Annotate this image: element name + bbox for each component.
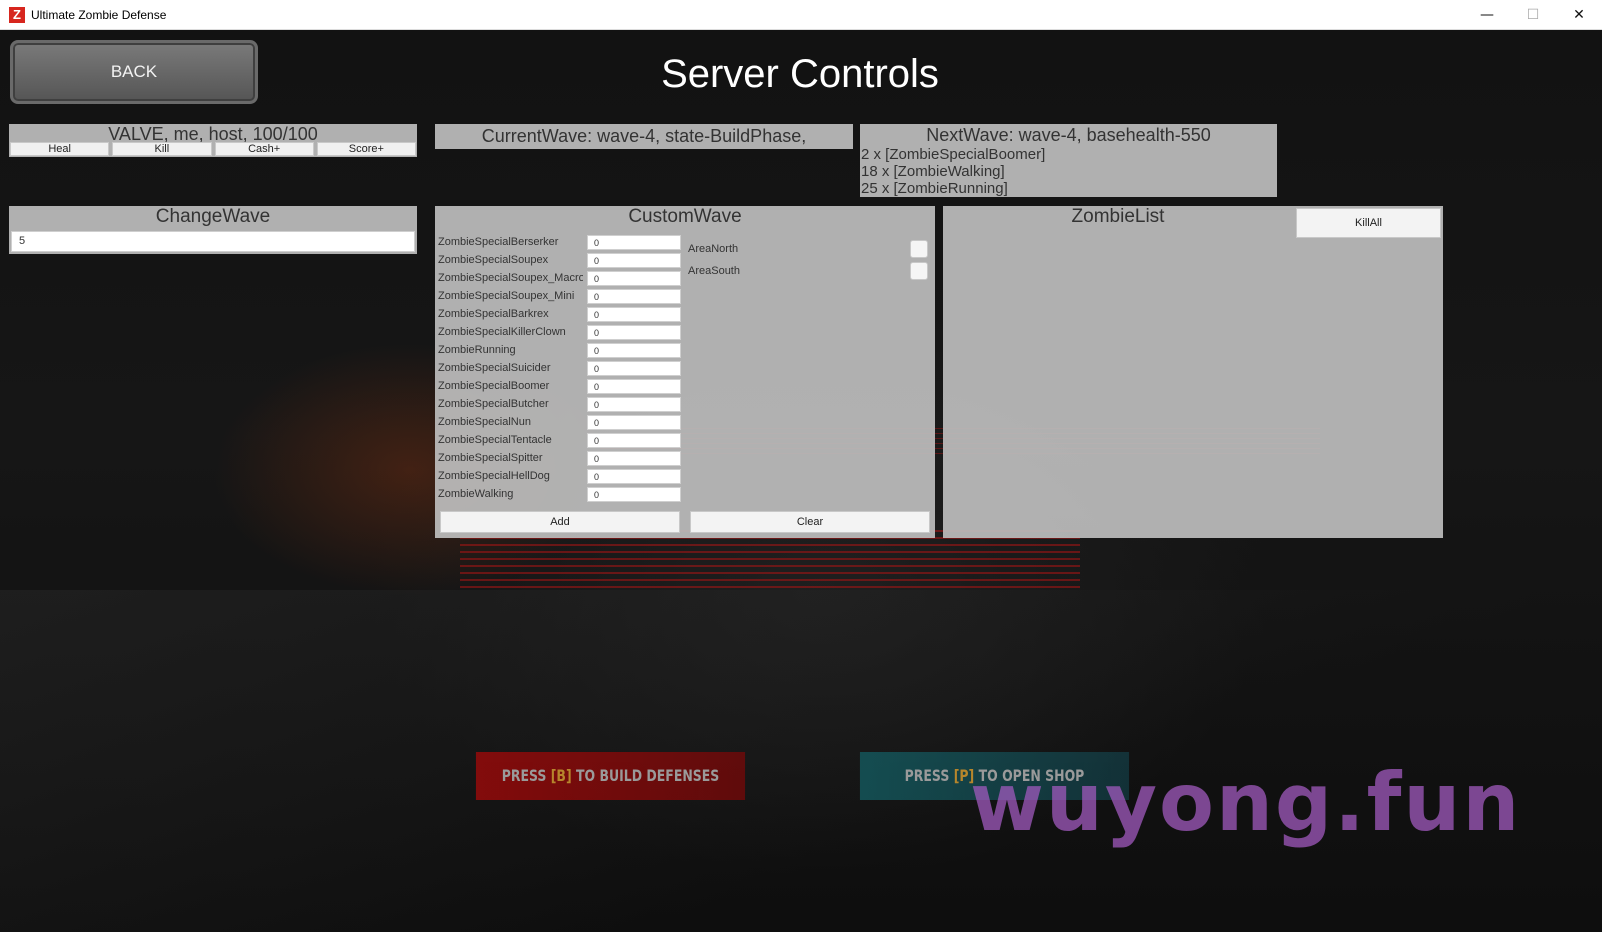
zombie-count-input[interactable]: 0: [587, 379, 681, 394]
maximize-button[interactable]: ☐: [1510, 0, 1556, 30]
area-south-label: AreaSouth: [688, 265, 740, 277]
window-title: Ultimate Zombie Defense: [31, 8, 167, 22]
zombie-row: ZombieSpecialHellDog 0: [438, 469, 681, 485]
score-plus-button[interactable]: Score+: [316, 142, 416, 156]
zombie-row: ZombieWalking 0: [438, 487, 681, 503]
heal-button[interactable]: Heal: [10, 142, 110, 156]
area-north-checkbox[interactable]: [910, 240, 928, 258]
current-wave-text: CurrentWave: wave-4, state-BuildPhase,: [481, 126, 807, 146]
zombie-list-panel: ZombieList KillAll: [943, 206, 1443, 538]
current-wave-panel: CurrentWave: wave-4, state-BuildPhase,: [435, 124, 853, 149]
page-title: Server Controls: [661, 52, 939, 96]
zombie-row: ZombieSpecialSpitter 0: [438, 451, 681, 467]
zombie-row: ZombieSpecialBoomer 0: [438, 379, 681, 395]
zombie-count-input[interactable]: 0: [587, 343, 681, 358]
zombie-row: ZombieSpecialButcher 0: [438, 397, 681, 413]
area-south-checkbox[interactable]: [910, 262, 928, 280]
prompt-text: PRESS: [904, 766, 954, 785]
zombie-count-input[interactable]: 0: [587, 361, 681, 376]
custom-wave-panel: CustomWave ZombieSpecialBerserker 0 Zomb…: [435, 206, 935, 538]
next-wave-line: 25 x [ZombieRunning]: [861, 180, 1008, 197]
next-wave-title: NextWave: wave-4, basehealth-550: [926, 125, 1211, 145]
prompt-key: [B]: [550, 766, 572, 785]
window-titlebar: Z Ultimate Zombie Defense — ☐ ✕: [0, 0, 1602, 30]
next-wave-line: 18 x [ZombieWalking]: [861, 163, 1005, 180]
cash-plus-button[interactable]: Cash+: [214, 142, 314, 156]
zombie-type-label: ZombieWalking: [438, 488, 514, 500]
zombie-row: ZombieSpecialSoupex_Mini 0: [438, 289, 681, 305]
zombie-type-label: ZombieSpecialSuicider: [438, 362, 551, 374]
scene-red-barrier: [460, 530, 1080, 590]
zombie-type-label: ZombieSpecialSpitter: [438, 452, 543, 464]
zombie-count-input[interactable]: 0: [587, 415, 681, 430]
zombie-row: ZombieSpecialBerserker 0: [438, 235, 681, 251]
zombie-count-input[interactable]: 0: [587, 235, 681, 250]
zombie-type-label: ZombieSpecialSoupex: [438, 254, 549, 266]
zombie-count-input[interactable]: 0: [587, 487, 681, 502]
zombie-count-input[interactable]: 0: [587, 469, 681, 484]
build-defenses-prompt: PRESS [B] TO BUILD DEFENSES: [475, 752, 746, 800]
zombie-type-label: ZombieSpecialKillerClown: [438, 326, 566, 338]
zombie-row: ZombieSpecialTentacle 0: [438, 433, 681, 449]
zombie-count-input[interactable]: 0: [587, 289, 681, 304]
zombie-type-label: ZombieSpecialSoupex_Mini: [438, 290, 575, 302]
zombie-count-input[interactable]: 0: [587, 451, 681, 466]
zombie-type-label: ZombieSpecialBoomer: [438, 380, 550, 392]
change-wave-title: ChangeWave: [155, 206, 271, 227]
zombie-type-label: ZombieSpecialBerserker: [438, 236, 559, 248]
zombie-type-label: ZombieSpecialHellDog: [438, 470, 550, 482]
prompt-text: TO BUILD DEFENSES: [571, 766, 720, 785]
zombie-count-input[interactable]: 0: [587, 271, 681, 286]
zombie-type-label: ZombieSpecialSoupex_Macro: [438, 272, 583, 284]
zombie-type-label: ZombieRunning: [438, 344, 516, 356]
zombie-row: ZombieSpecialSoupex_Macro 0: [438, 271, 681, 287]
zombie-type-label: ZombieSpecialBarkrex: [438, 308, 549, 320]
player-panel: VALVE, me, host, 100/100 Heal Kill Cash+…: [9, 124, 417, 157]
zombie-list-title: ZombieList: [1071, 206, 1165, 227]
zombie-count-input[interactable]: 0: [587, 325, 681, 340]
zombie-count-input[interactable]: 0: [587, 397, 681, 412]
kill-all-button[interactable]: KillAll: [1296, 208, 1441, 238]
add-button[interactable]: Add: [440, 511, 680, 533]
watermark: wuyong.fun: [970, 756, 1522, 849]
zombie-count-input[interactable]: 0: [587, 253, 681, 268]
prompt-text: PRESS: [501, 766, 551, 785]
change-wave-panel: ChangeWave 5: [9, 206, 417, 254]
app-icon: Z: [9, 7, 25, 23]
next-wave-line: 2 x [ZombieSpecialBoomer]: [861, 146, 1046, 163]
minimize-button[interactable]: —: [1464, 0, 1510, 30]
player-info: VALVE, me, host, 100/100: [108, 124, 318, 144]
zombie-row: ZombieSpecialKillerClown 0: [438, 325, 681, 341]
zombie-type-label: ZombieSpecialTentacle: [438, 434, 552, 446]
area-north-label: AreaNorth: [688, 243, 739, 255]
zombie-count-input[interactable]: 0: [587, 433, 681, 448]
player-actions: Heal Kill Cash+ Score+: [10, 142, 416, 156]
zombie-row: ZombieRunning 0: [438, 343, 681, 359]
custom-wave-title: CustomWave: [628, 206, 742, 227]
zombie-row: ZombieSpecialSoupex 0: [438, 253, 681, 269]
next-wave-panel: NextWave: wave-4, basehealth-550 2 x [Zo…: [860, 124, 1277, 197]
kill-button[interactable]: Kill: [112, 142, 212, 156]
zombie-count-input[interactable]: 0: [587, 307, 681, 322]
zombie-row: ZombieSpecialBarkrex 0: [438, 307, 681, 323]
change-wave-input[interactable]: 5: [11, 231, 415, 252]
zombie-row: ZombieSpecialNun 0: [438, 415, 681, 431]
zombie-type-label: ZombieSpecialNun: [438, 416, 531, 428]
back-button[interactable]: BACK: [10, 40, 258, 104]
zombie-type-label: ZombieSpecialButcher: [438, 398, 549, 410]
zombie-row: ZombieSpecialSuicider 0: [438, 361, 681, 377]
close-button[interactable]: ✕: [1556, 0, 1602, 30]
clear-button[interactable]: Clear: [690, 511, 930, 533]
